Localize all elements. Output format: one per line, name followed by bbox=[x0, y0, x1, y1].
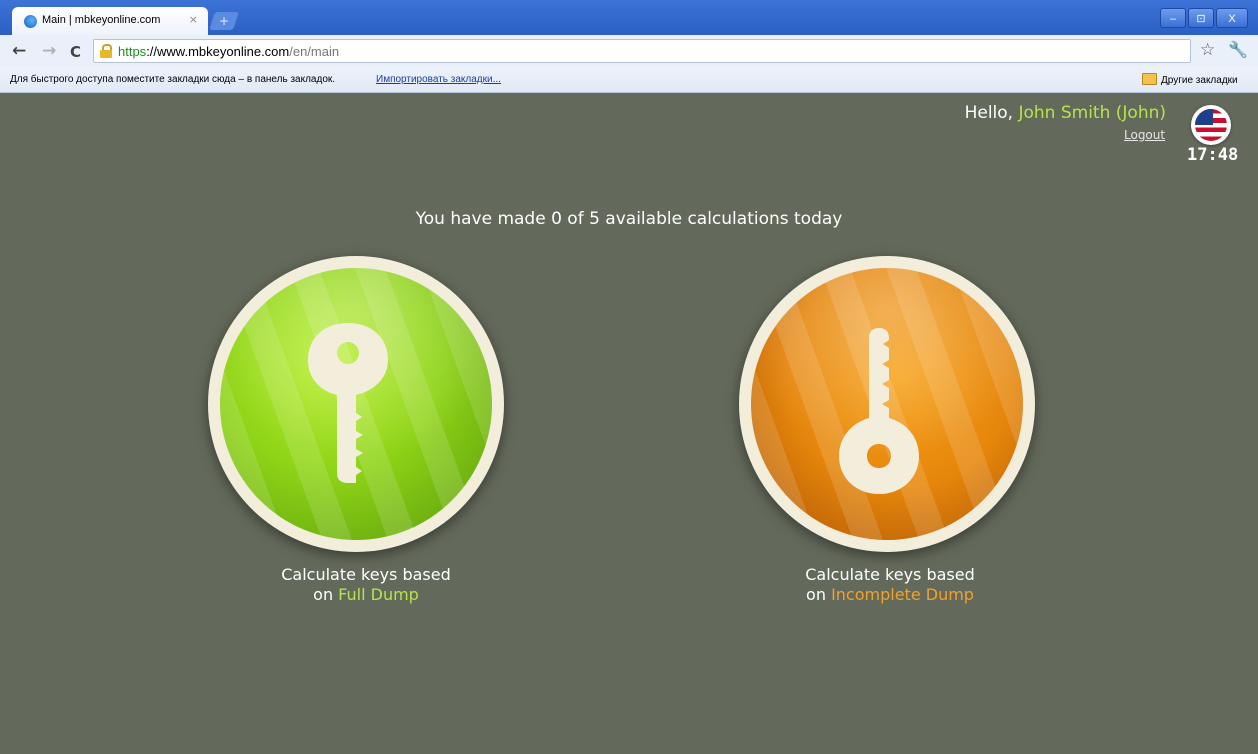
bookmark-star-icon[interactable]: ☆ bbox=[1200, 40, 1215, 60]
site-favicon-icon bbox=[24, 15, 37, 28]
import-bookmarks-link[interactable]: Импортировать закладки... bbox=[376, 74, 501, 85]
bookmarks-bar: Для быстрого доступа поместите закладки … bbox=[0, 67, 1258, 93]
lock-icon bbox=[100, 44, 112, 58]
address-bar[interactable]: https://www.mbkeyonline.com/en/main bbox=[93, 39, 1191, 63]
incomplete-dump-line1: Calculate keys based bbox=[805, 565, 975, 584]
url-host: ://www.mbkeyonline.com bbox=[146, 44, 290, 59]
reload-icon[interactable]: C bbox=[70, 43, 81, 61]
key-icon bbox=[308, 323, 388, 483]
bookmarks-hint: Для быстрого доступа поместите закладки … bbox=[10, 74, 336, 85]
greeting: Hello, John Smith (John) bbox=[965, 103, 1166, 123]
window-maximize-button[interactable]: ⊡ bbox=[1188, 8, 1214, 28]
full-dump-label: Full Dump bbox=[338, 585, 419, 604]
tab-close-icon[interactable]: × bbox=[189, 13, 198, 26]
folder-icon bbox=[1142, 73, 1157, 85]
window-close-button[interactable]: X bbox=[1216, 8, 1248, 28]
clock: 17:48 bbox=[1187, 145, 1239, 165]
user-name: John Smith (John) bbox=[1018, 103, 1166, 123]
incomplete-dump-label: Incomplete Dump bbox=[831, 585, 974, 604]
address-url: https://www.mbkeyonline.com/en/main bbox=[118, 44, 339, 59]
wrench-icon[interactable]: 🔧 bbox=[1228, 40, 1248, 59]
new-tab-icon: + bbox=[218, 14, 230, 28]
full-dump-line1: Calculate keys based bbox=[281, 565, 451, 584]
full-dump-button[interactable] bbox=[208, 256, 504, 552]
url-scheme: https bbox=[118, 44, 147, 59]
window-minimize-button[interactable]: – bbox=[1160, 8, 1186, 28]
us-flag-icon[interactable] bbox=[1191, 105, 1231, 145]
browser-titlebar: Main | mbkeyonline.com × + – ⊡ X bbox=[0, 0, 1258, 35]
key-icon bbox=[839, 328, 919, 494]
tab-title: Main | mbkeyonline.com bbox=[42, 14, 161, 26]
other-bookmarks-button[interactable]: Другие закладки bbox=[1142, 73, 1238, 86]
incomplete-dump-button[interactable] bbox=[739, 256, 1035, 552]
full-dump-caption[interactable]: Calculate keys based on Full Dump bbox=[216, 565, 516, 605]
browser-tab[interactable]: Main | mbkeyonline.com × bbox=[12, 7, 208, 35]
incomplete-dump-line2: on Incomplete Dump bbox=[740, 585, 1040, 605]
full-dump-line2: on Full Dump bbox=[216, 585, 516, 605]
other-bookmarks-label: Другие закладки bbox=[1161, 75, 1238, 86]
back-arrow-icon[interactable]: ← bbox=[12, 41, 26, 61]
forward-arrow-icon[interactable]: → bbox=[42, 41, 56, 61]
full-dump-prefix: on bbox=[313, 585, 339, 604]
calculations-counter: You have made 0 of 5 available calculati… bbox=[415, 209, 843, 229]
new-tab-button[interactable]: + bbox=[209, 12, 239, 30]
logout-link[interactable]: Logout bbox=[1124, 128, 1165, 142]
page-content: Hello, John Smith (John) Logout 17:48 Yo… bbox=[0, 93, 1258, 754]
url-path: /en/main bbox=[289, 44, 340, 59]
incomplete-dump-caption[interactable]: Calculate keys based on Incomplete Dump bbox=[740, 565, 1040, 605]
greeting-text: Hello, bbox=[964, 103, 1019, 123]
incomplete-dump-prefix: on bbox=[806, 585, 832, 604]
